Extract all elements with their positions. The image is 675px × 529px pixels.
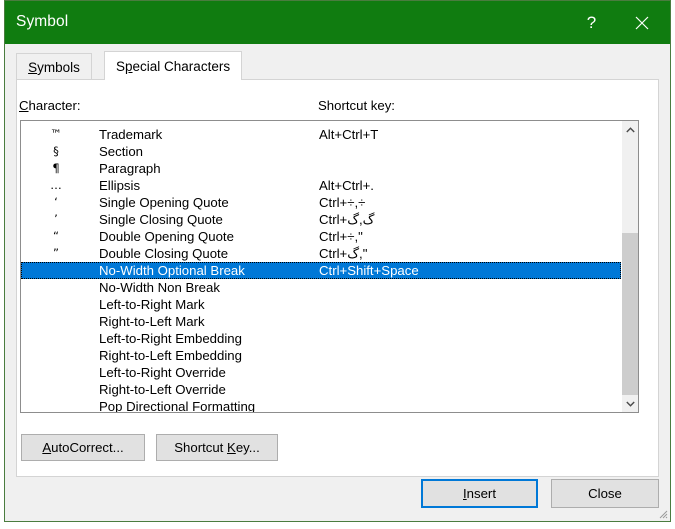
list-item-name: Paragraph (99, 161, 161, 176)
close-window-button[interactable] (619, 1, 664, 44)
list-item-shortcut: Alt+Ctrl+T (319, 127, 379, 142)
shortcut-key-column-label: Shortcut key: (318, 98, 395, 113)
list-item-shortcut: Ctrl+÷," (319, 229, 363, 244)
list-item-glyph: … (50, 178, 62, 192)
listbox-rows: ™ Trademark Alt+Ctrl+T § Section ¶ Paragraph … E… (21, 126, 621, 413)
autocorrect-button[interactable]: AutoCorrect... (21, 434, 145, 461)
list-item-name: Right-to-Left Embedding (99, 348, 242, 363)
dialog-client-area: Symbols Special Characters Character: Sh… (5, 44, 670, 521)
list-item[interactable]: Right-to-Left Mark (21, 313, 621, 330)
shortcut-key-button[interactable]: Shortcut Key... (156, 434, 278, 461)
list-item-glyph: § (53, 144, 59, 158)
symbol-dialog: Symbol ? Symbols Special Characters Char… (4, 0, 671, 522)
list-item-name: Trademark (99, 127, 163, 142)
list-item-name: Double Closing Quote (99, 246, 229, 261)
list-item-shortcut: Ctrl+Shift+Space (319, 263, 419, 278)
list-item-glyph: ” (53, 246, 59, 260)
list-item-name: Single Closing Quote (99, 212, 223, 227)
title-bar: Symbol ? (5, 1, 670, 44)
window-title: Symbol (16, 13, 69, 30)
list-item[interactable]: ¶ Paragraph (21, 160, 621, 177)
tab-symbols-label: Symbols (28, 59, 80, 75)
question-mark-icon: ? (586, 12, 597, 32)
list-item-name: No-Width Optional Break (99, 263, 245, 278)
list-item[interactable]: ™ Trademark Alt+Ctrl+T (21, 126, 621, 143)
list-item-name: Right-to-Left Mark (99, 314, 205, 329)
list-item-name: No-Width Non Break (99, 280, 220, 295)
resize-grip-icon[interactable] (656, 507, 668, 519)
list-item-shortcut: Ctrl+گ," (319, 246, 368, 261)
list-item-shortcut: Alt+Ctrl+. (319, 178, 374, 193)
list-item[interactable]: § Section (21, 143, 621, 160)
list-item-name: Left-to-Right Mark (99, 297, 205, 312)
list-item-glyph: ™ (50, 127, 62, 141)
list-item-glyph: ¶ (52, 161, 60, 175)
autocorrect-button-label: AutoCorrect... (42, 440, 124, 455)
list-item-name: Double Opening Quote (99, 229, 234, 244)
scrollbar-thumb[interactable] (622, 233, 638, 395)
special-characters-listbox[interactable]: ™ Trademark Alt+Ctrl+T § Section ¶ Paragraph … E… (20, 120, 639, 413)
list-item[interactable]: “ Double Opening Quote Ctrl+÷," (21, 228, 621, 245)
list-item[interactable]: Left-to-Right Embedding (21, 330, 621, 347)
list-item-shortcut: Ctrl+گ,گ (319, 212, 375, 227)
list-item-name: Left-to-Right Override (99, 365, 226, 380)
list-item-name: Section (99, 144, 143, 159)
list-item-glyph: ‘ (54, 195, 58, 209)
list-item[interactable]: Left-to-Right Override (21, 364, 621, 381)
list-item-name: Ellipsis (99, 178, 141, 193)
list-item[interactable]: No-Width Optional Break Ctrl+Shift+Space (21, 262, 621, 279)
listbox-scrollbar[interactable] (621, 121, 638, 412)
list-item[interactable]: ‘ Single Opening Quote Ctrl+÷,÷ (21, 194, 621, 211)
list-item[interactable]: … Ellipsis Alt+Ctrl+. (21, 177, 621, 194)
list-item[interactable]: ” Double Closing Quote Ctrl+گ," (21, 245, 621, 262)
list-item[interactable]: Pop Directional Formatting (21, 398, 621, 413)
close-button[interactable]: Close (551, 479, 659, 508)
insert-button-label: Insert (463, 486, 496, 501)
tab-strip: Symbols Special Characters (16, 51, 659, 80)
insert-button[interactable]: Insert (421, 479, 538, 508)
list-item-name: Right-to-Left Override (99, 382, 226, 397)
tab-special-characters[interactable]: Special Characters (104, 51, 243, 80)
shortcut-key-button-label: Shortcut Key... (174, 440, 260, 455)
tab-symbols[interactable]: Symbols (16, 53, 92, 80)
list-item[interactable]: Right-to-Left Override (21, 381, 621, 398)
scroll-down-button[interactable] (622, 395, 638, 412)
help-button[interactable]: ? (569, 1, 614, 44)
list-item-name: Left-to-Right Embedding (99, 331, 242, 346)
list-item-name: Single Opening Quote (99, 195, 229, 210)
close-button-label: Close (588, 486, 622, 501)
tab-special-characters-label: Special Characters (116, 58, 231, 74)
list-item-shortcut: Ctrl+÷,÷ (319, 195, 366, 210)
list-item[interactable]: No-Width Non Break (21, 279, 621, 296)
character-column-label: Character: (19, 98, 81, 113)
chevron-up-icon (626, 126, 635, 132)
list-item-glyph: ’ (54, 212, 58, 226)
chevron-down-icon (626, 401, 635, 407)
list-item[interactable]: Left-to-Right Mark (21, 296, 621, 313)
scroll-up-button[interactable] (622, 121, 638, 138)
list-item[interactable]: ’ Single Closing Quote Ctrl+گ,گ (21, 211, 621, 228)
list-item-glyph: “ (53, 229, 59, 243)
close-icon (635, 16, 648, 29)
list-item[interactable]: Right-to-Left Embedding (21, 347, 621, 364)
list-item-name: Pop Directional Formatting (99, 399, 256, 413)
